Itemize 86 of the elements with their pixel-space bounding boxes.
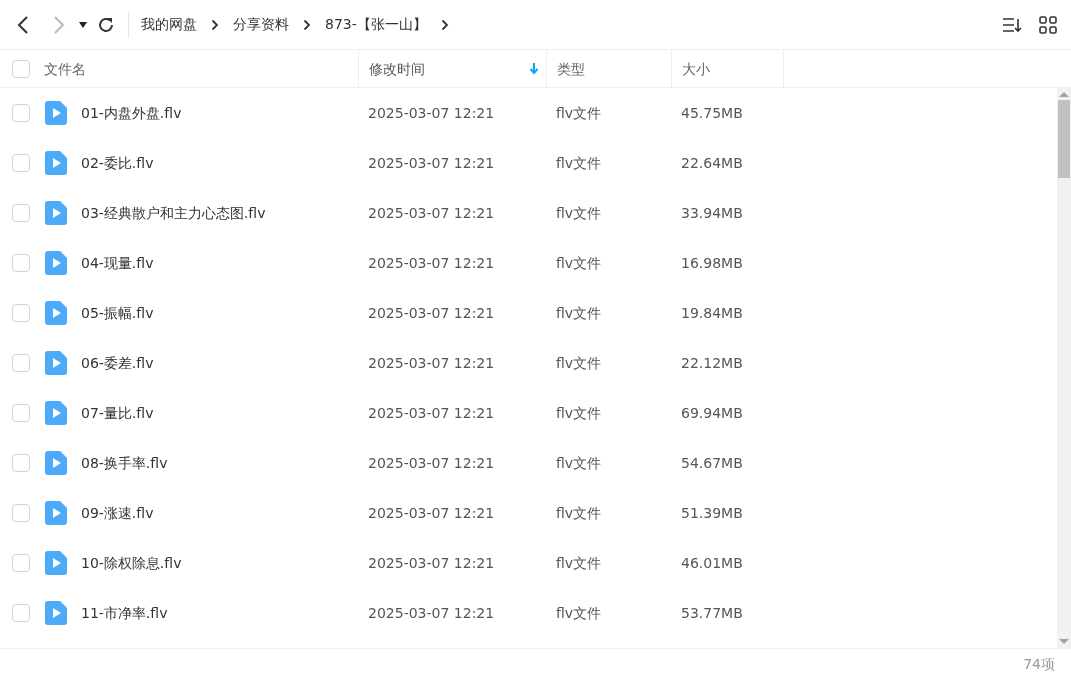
chevron-right-icon[interactable]	[440, 18, 449, 31]
modified-date: 2025-03-07 12:21	[367, 103, 496, 123]
modified-date: 2025-03-07 12:21	[367, 303, 496, 323]
file-type: flv文件	[555, 453, 603, 473]
file-name[interactable]: 01-内盘外盘.flv	[81, 102, 182, 124]
scroll-down-arrow-icon[interactable]	[1059, 639, 1069, 644]
select-all-checkbox[interactable]	[12, 60, 30, 78]
modified-date: 2025-03-07 12:21	[367, 503, 496, 523]
row-checkbox[interactable]	[12, 454, 30, 472]
video-file-icon	[45, 151, 67, 175]
file-name[interactable]: 08-换手率.flv	[81, 452, 168, 474]
file-size: 22.64MB	[680, 153, 744, 173]
file-size: 33.94MB	[680, 203, 744, 223]
row-checkbox[interactable]	[12, 504, 30, 522]
video-file-icon	[45, 101, 67, 125]
file-size: 51.39MB	[680, 503, 744, 523]
file-type: flv文件	[555, 403, 603, 423]
column-header[interactable]: 修改时间	[369, 58, 425, 80]
file-type: flv文件	[555, 553, 603, 573]
back-icon[interactable]	[17, 14, 29, 35]
modified-date: 2025-03-07 12:21	[367, 153, 496, 173]
row-checkbox[interactable]	[12, 354, 30, 372]
scrollbar[interactable]	[1057, 88, 1071, 648]
row-checkbox[interactable]	[12, 104, 30, 122]
item-count: 74项	[1023, 655, 1055, 674]
column-header[interactable]: 文件名	[44, 58, 86, 80]
scroll-up-arrow-icon[interactable]	[1059, 92, 1069, 97]
breadcrumb-link[interactable]: 873-【张一山】	[325, 14, 427, 35]
file-size: 45.75MB	[680, 103, 744, 123]
file-size: 53.77MB	[680, 603, 744, 623]
breadcrumb-link[interactable]: 分享资料	[233, 14, 289, 35]
row-checkbox[interactable]	[12, 554, 30, 572]
file-size: 19.84MB	[680, 303, 744, 323]
file-type: flv文件	[555, 353, 603, 373]
file-type: flv文件	[555, 253, 603, 273]
file-name[interactable]: 02-委比.flv	[81, 152, 154, 174]
modified-date: 2025-03-07 12:21	[367, 403, 496, 423]
breadcrumb-link[interactable]: 我的网盘	[141, 14, 197, 35]
file-name[interactable]: 07-量比.flv	[81, 402, 154, 424]
modified-date: 2025-03-07 12:21	[367, 203, 496, 223]
file-name[interactable]: 06-委差.flv	[81, 352, 154, 374]
column-header[interactable]: 大小	[682, 58, 710, 80]
row-checkbox[interactable]	[12, 204, 30, 222]
sort-down-arrow-icon	[529, 62, 539, 76]
file-type: flv文件	[555, 153, 603, 173]
file-size: 69.94MB	[680, 403, 744, 423]
grid-view-icon[interactable]	[1037, 13, 1059, 36]
file-type: flv文件	[555, 503, 603, 523]
file-name[interactable]: 09-涨速.flv	[81, 502, 154, 524]
row-checkbox[interactable]	[12, 254, 30, 272]
row-checkbox[interactable]	[12, 304, 30, 322]
file-type: flv文件	[555, 603, 603, 623]
file-name[interactable]: 04-现量.flv	[81, 252, 154, 274]
file-type: flv文件	[555, 103, 603, 123]
file-size: 16.98MB	[680, 253, 744, 273]
file-name[interactable]: 10-除权除息.flv	[81, 552, 182, 574]
video-file-icon	[45, 501, 67, 525]
file-size: 54.67MB	[680, 453, 744, 473]
modified-date: 2025-03-07 12:21	[367, 603, 496, 623]
chevron-right-icon[interactable]	[211, 18, 219, 31]
video-file-icon	[45, 551, 67, 575]
modified-date: 2025-03-07 12:21	[367, 253, 496, 273]
column-header[interactable]: 类型	[557, 58, 585, 80]
file-name[interactable]: 03-经典散户和主力心态图.flv	[81, 202, 266, 224]
file-name[interactable]: 05-振幅.flv	[81, 302, 154, 324]
modified-date: 2025-03-07 12:21	[367, 353, 496, 373]
video-file-icon	[45, 201, 67, 225]
chevron-right-icon[interactable]	[303, 18, 311, 31]
row-checkbox[interactable]	[12, 604, 30, 622]
video-file-icon	[45, 301, 67, 325]
forward-icon[interactable]	[53, 14, 65, 35]
video-file-icon	[45, 401, 67, 425]
scrollbar-thumb[interactable]	[1058, 100, 1070, 178]
video-file-icon	[45, 451, 67, 475]
modified-date: 2025-03-07 12:21	[367, 453, 496, 473]
row-checkbox[interactable]	[12, 154, 30, 172]
row-checkbox[interactable]	[12, 404, 30, 422]
file-size: 22.12MB	[680, 353, 744, 373]
file-type: flv文件	[555, 203, 603, 223]
video-file-icon	[45, 251, 67, 275]
file-type: flv文件	[555, 303, 603, 323]
video-file-icon	[45, 351, 67, 375]
file-size: 46.01MB	[680, 553, 744, 573]
video-file-icon	[45, 601, 67, 625]
file-name[interactable]: 11-市净率.flv	[81, 602, 168, 624]
modified-date: 2025-03-07 12:21	[367, 553, 496, 573]
